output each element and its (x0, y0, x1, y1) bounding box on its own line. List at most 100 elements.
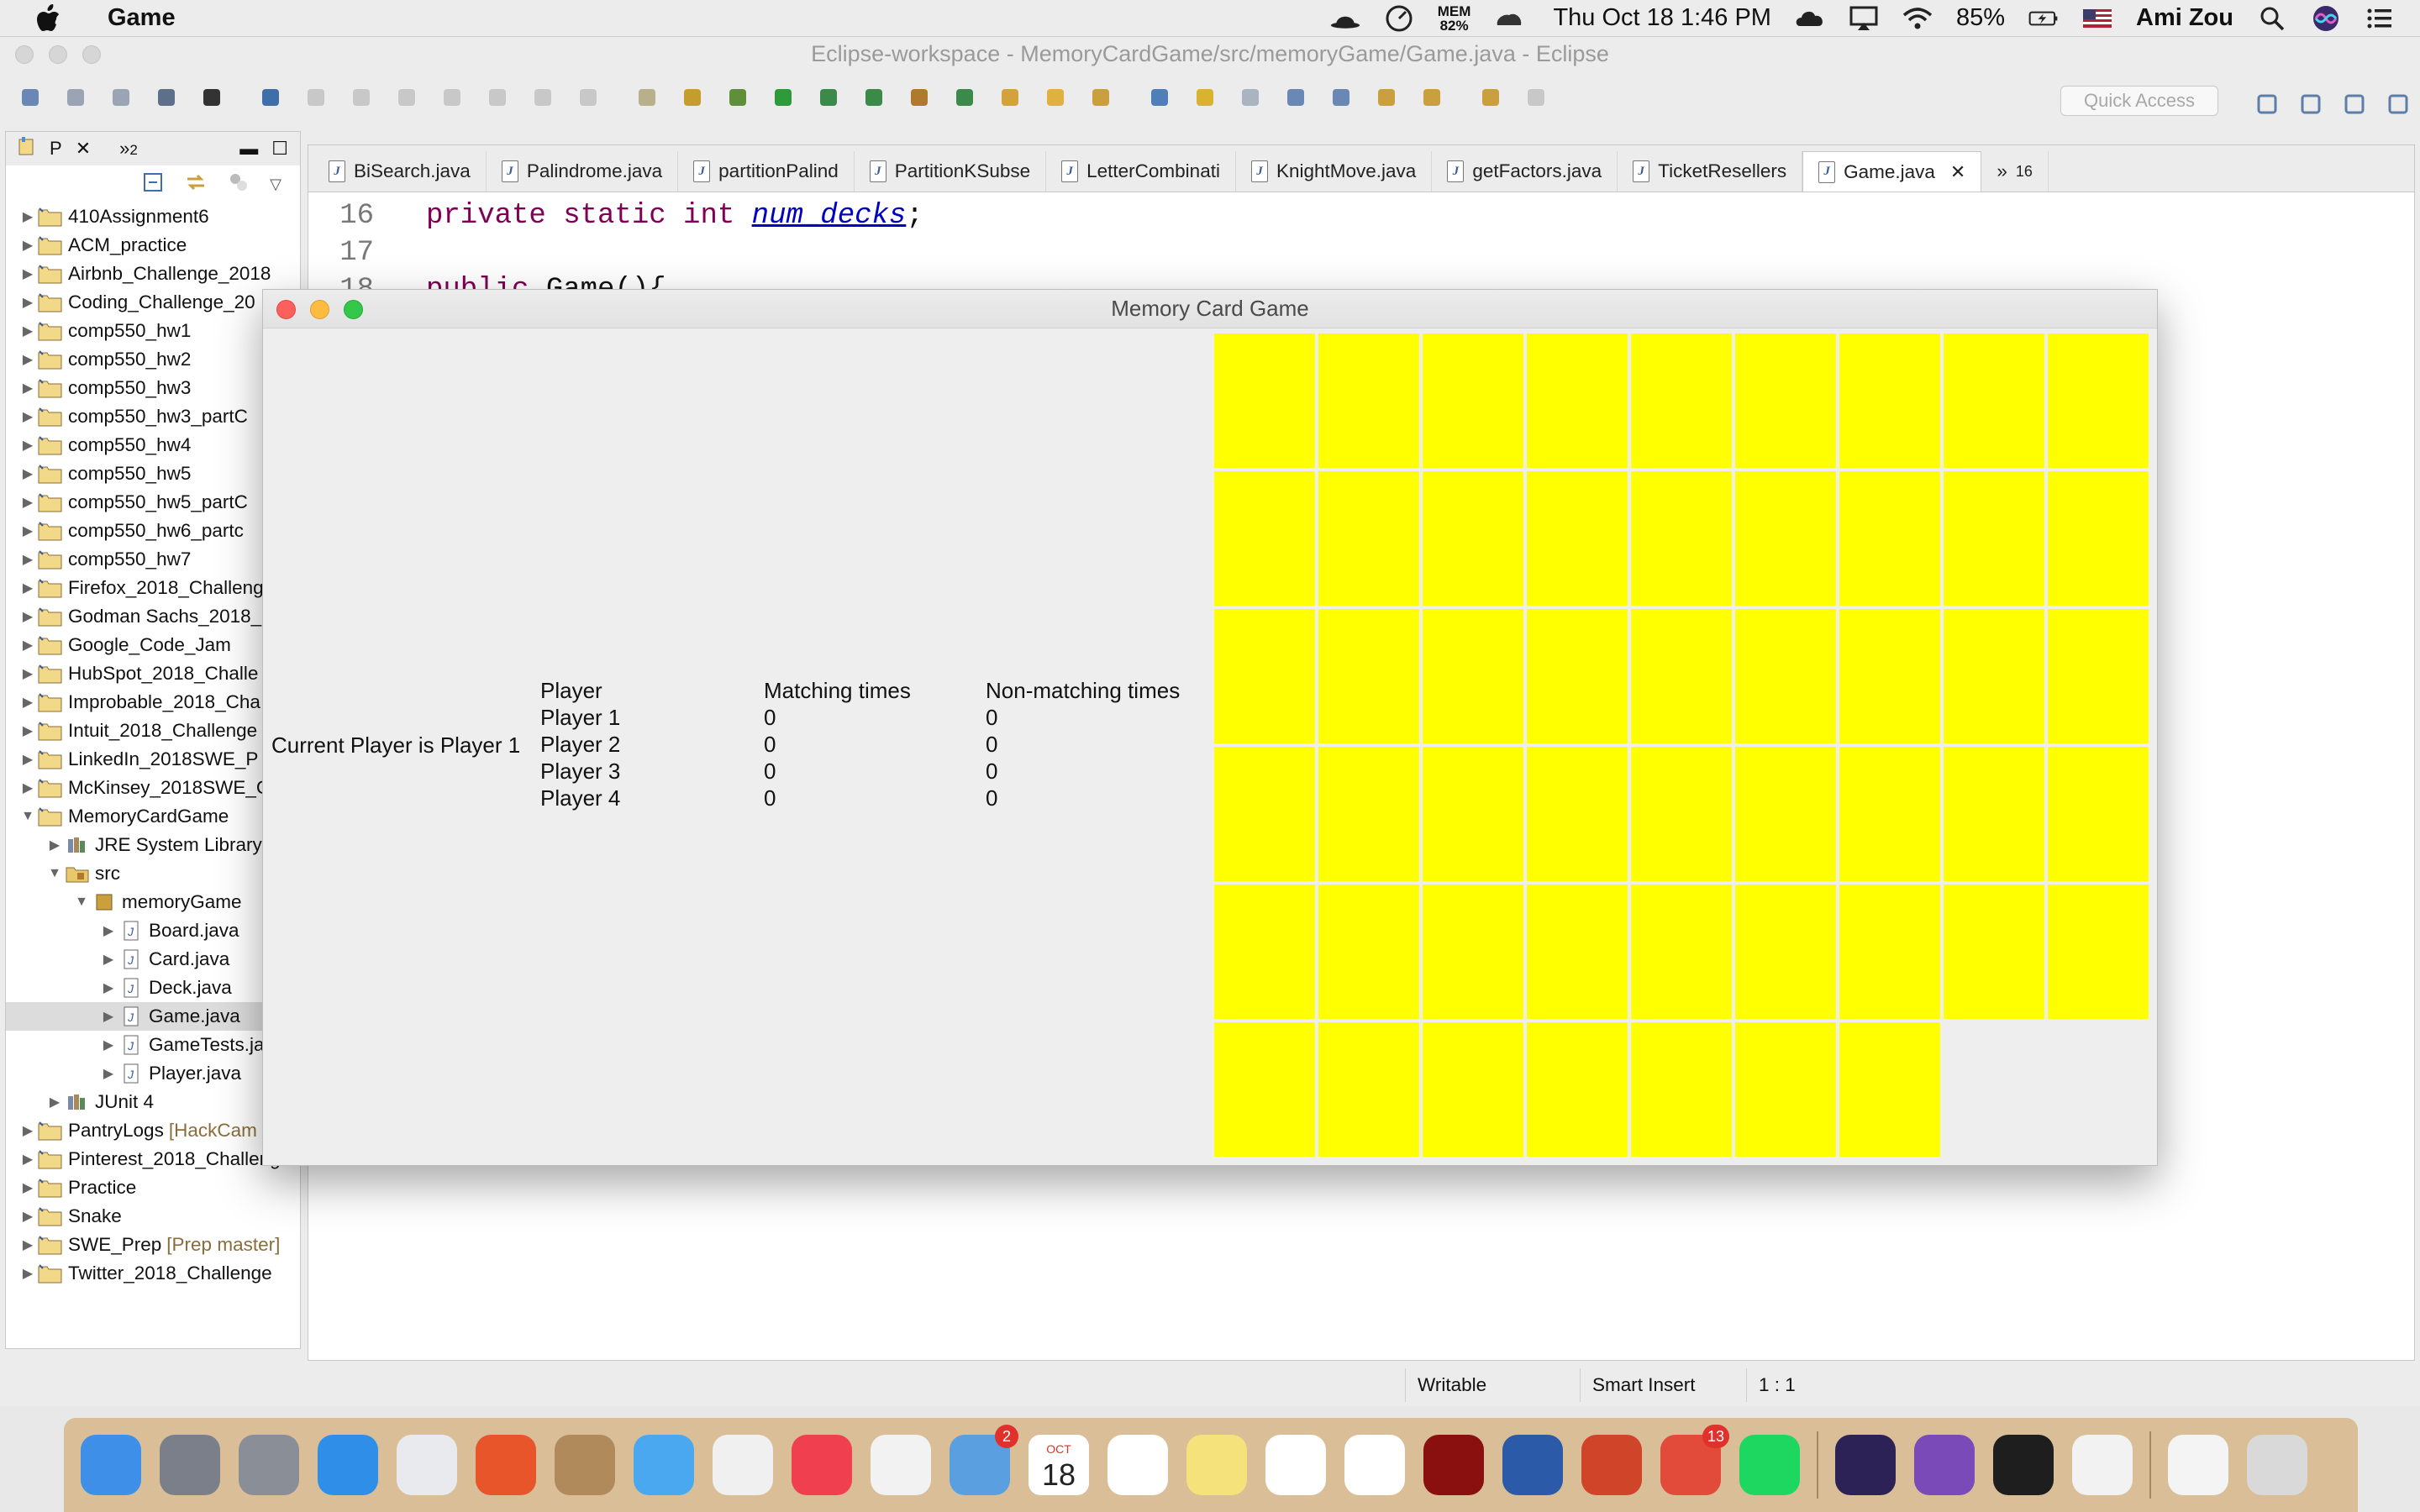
memory-card[interactable] (1423, 609, 1523, 743)
battery-percentage[interactable]: 85% (1956, 4, 2005, 32)
contacts-icon[interactable] (550, 1430, 620, 1500)
collapsed-arrow-icon[interactable]: ▶ (21, 438, 34, 453)
new-java-class-icon[interactable] (946, 79, 983, 116)
previous-annotation-icon[interactable] (1413, 79, 1450, 116)
todoist-icon[interactable]: 13 (1655, 1425, 1729, 1500)
game-close-button[interactable] (276, 300, 296, 319)
collapsed-arrow-icon[interactable]: ▶ (21, 724, 34, 738)
memory-card[interactable] (1631, 609, 1732, 743)
code-line[interactable]: 16 private static int num_decks; (308, 197, 923, 234)
editor-tab[interactable]: J Game.java ✕ (1802, 151, 1982, 192)
save-icon[interactable] (57, 79, 94, 116)
save-all-icon[interactable] (103, 79, 139, 116)
battery-charging-icon[interactable] (2028, 3, 2059, 34)
terminal-icon[interactable] (1988, 1430, 2059, 1500)
collapsed-arrow-icon[interactable]: ▶ (21, 1152, 34, 1167)
tree-item[interactable]: ▶ comp550_hw6_partc (6, 517, 300, 545)
maximize-view-icon[interactable]: ☐ (271, 138, 288, 160)
editor-tab[interactable]: J KnightMove.java (1236, 151, 1433, 192)
reminders-icon[interactable] (1260, 1430, 1331, 1500)
memory-card[interactable] (1839, 1022, 1940, 1157)
spotify-icon[interactable] (1734, 1430, 1805, 1500)
debug-icon[interactable] (719, 79, 756, 116)
notification-center-icon[interactable] (2365, 3, 2395, 34)
memory-card[interactable] (1318, 609, 1419, 743)
memory-gauge-icon[interactable] (1384, 3, 1414, 34)
memory-card[interactable] (1527, 333, 1628, 468)
word-icon[interactable] (1497, 1430, 1568, 1500)
resume-icon[interactable] (297, 79, 334, 116)
memory-card[interactable] (1735, 747, 1836, 881)
new-java-package-icon[interactable] (901, 79, 938, 116)
collapsed-arrow-icon[interactable]: ▶ (21, 1267, 34, 1281)
tree-item[interactable]: ▶ J Player.java (6, 1059, 300, 1088)
tree-item[interactable]: ▼ memoryGame (6, 888, 300, 916)
task-list-icon[interactable] (629, 79, 666, 116)
airplay-icon[interactable] (1849, 3, 1879, 34)
binary-icon[interactable] (148, 79, 185, 116)
collapsed-arrow-icon[interactable]: ▶ (21, 753, 34, 767)
tree-item[interactable]: ▶ LinkedIn_2018SWE_P (6, 745, 300, 774)
memory-card[interactable] (1318, 885, 1419, 1019)
memory-card[interactable] (1631, 1022, 1732, 1157)
collapsed-arrow-icon[interactable]: ▶ (48, 1095, 61, 1110)
collapsed-arrow-icon[interactable]: ▶ (21, 524, 34, 538)
tree-item[interactable]: ▶ JUnit 4 (6, 1088, 300, 1116)
collapsed-arrow-icon[interactable]: ▶ (21, 667, 34, 681)
tree-item[interactable]: ▶ Practice (6, 1173, 300, 1202)
toggle-breadcrumb-icon[interactable] (1232, 79, 1269, 116)
quick-access-field[interactable]: Quick Access (2060, 86, 2218, 116)
tree-item[interactable]: ▶ comp550_hw7 (6, 545, 300, 574)
close-tab-icon[interactable]: ✕ (1950, 161, 1965, 183)
tree-item[interactable]: ▶ Snake (6, 1202, 300, 1231)
collapsed-arrow-icon[interactable]: ▶ (21, 610, 34, 624)
memory-card[interactable] (1631, 471, 1732, 606)
toggle-mark-icon[interactable] (1141, 79, 1178, 116)
collapsed-arrow-icon[interactable]: ▶ (21, 410, 34, 424)
memory-card[interactable] (1735, 609, 1836, 743)
memory-card[interactable] (1839, 885, 1940, 1019)
editor-tab[interactable]: J Palindrome.java (487, 151, 679, 192)
collapsed-arrow-icon[interactable]: ▶ (21, 210, 34, 224)
safari-icon[interactable] (313, 1430, 383, 1500)
memory-card[interactable] (1944, 747, 2044, 881)
collapsed-arrow-icon[interactable]: ▶ (21, 467, 34, 481)
expanded-arrow-icon[interactable]: ▼ (48, 866, 61, 880)
open-perspective-icon[interactable] (2249, 86, 2286, 123)
tree-item[interactable]: ▶ ACM_practice (6, 231, 300, 260)
tree-item[interactable]: ▶ Coding_Challenge_20 (6, 288, 300, 317)
forward-icon[interactable] (1518, 79, 1555, 116)
tree-item[interactable]: ▶ SWE_Prep [Prep master] (6, 1231, 300, 1259)
memory-card[interactable] (1944, 609, 2044, 743)
disconnect-icon[interactable] (434, 79, 471, 116)
editor-tab[interactable]: J LetterCombinati (1046, 151, 1236, 192)
collapsed-arrow-icon[interactable]: ▶ (21, 1124, 34, 1138)
open-type-icon[interactable] (992, 79, 1028, 116)
collapsed-arrow-icon[interactable]: ▶ (21, 1210, 34, 1224)
tree-item[interactable]: ▶ comp550_hw3_partC (6, 402, 300, 431)
calendar-icon[interactable]: OCT 18 (1023, 1430, 1094, 1500)
tree-item[interactable]: ▶ comp550_hw2 (6, 345, 300, 374)
collapsed-arrow-icon[interactable]: ▶ (48, 838, 61, 853)
memory-card[interactable] (1631, 333, 1732, 468)
tree-item[interactable]: ▶ Twitter_2018_Challenge (6, 1259, 300, 1288)
open-task-icon[interactable] (1037, 79, 1074, 116)
memory-card[interactable] (1735, 333, 1836, 468)
memory-card[interactable] (1839, 609, 1940, 743)
collapsed-arrow-icon[interactable]: ▶ (21, 581, 34, 596)
tab-overflow[interactable]: » 16 (1981, 151, 2049, 192)
code-line[interactable]: 17 (308, 234, 443, 271)
app-name-menu[interactable]: Game (108, 4, 176, 32)
collapsed-arrow-icon[interactable]: ▶ (102, 1010, 115, 1024)
creative-cloud-icon[interactable] (1795, 3, 1825, 34)
tree-item[interactable]: ▶ J Deck.java (6, 974, 300, 1002)
siri-icon[interactable] (2311, 3, 2341, 34)
powerpoint-icon[interactable] (1576, 1430, 1647, 1500)
notes-icon[interactable] (1181, 1430, 1252, 1500)
tree-item[interactable]: ▶ PantryLogs [HackCam (6, 1116, 300, 1145)
tree-item[interactable]: ▶ Pinterest_2018_Challenge (6, 1145, 300, 1173)
memory-card[interactable] (1839, 333, 1940, 468)
block-selection-icon[interactable] (1277, 79, 1314, 116)
memory-card[interactable] (1527, 471, 1628, 606)
memory-card[interactable] (1527, 747, 1628, 881)
